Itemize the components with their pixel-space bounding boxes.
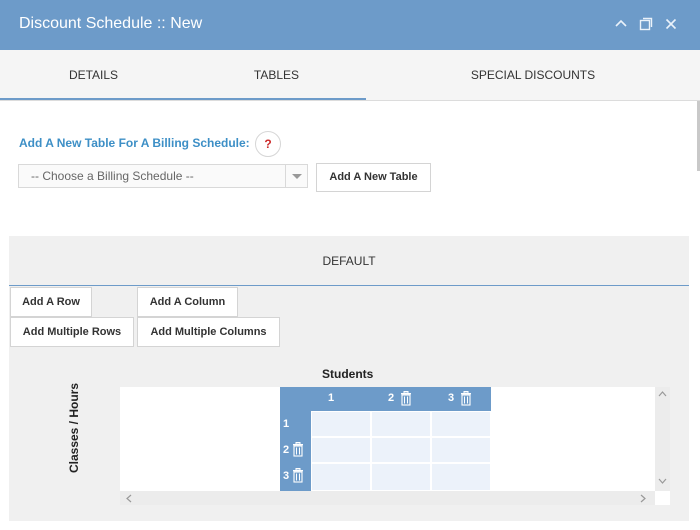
billing-schedule-select[interactable]: -- Choose a Billing Schedule -- bbox=[18, 164, 308, 188]
window-titlebar: Discount Schedule :: New bbox=[0, 0, 700, 50]
add-row-button[interactable]: Add A Row bbox=[10, 287, 92, 317]
grid-cell[interactable] bbox=[371, 463, 431, 491]
tab-tables[interactable]: TABLES bbox=[187, 50, 366, 101]
grid-vertical-scrollbar[interactable] bbox=[655, 387, 670, 491]
column-header: 2 bbox=[371, 387, 431, 411]
scroll-up-icon[interactable] bbox=[658, 389, 667, 399]
trash-icon[interactable] bbox=[400, 391, 412, 406]
add-multiple-rows-button[interactable]: Add Multiple Rows bbox=[10, 317, 134, 347]
grid-cell[interactable] bbox=[311, 463, 371, 491]
column-axis-title: Students bbox=[322, 367, 374, 381]
row-header-label: 3 bbox=[283, 470, 290, 482]
collapse-icon[interactable] bbox=[612, 15, 630, 35]
trash-icon[interactable] bbox=[292, 442, 304, 457]
close-icon[interactable] bbox=[662, 15, 680, 35]
grid-cell[interactable] bbox=[431, 437, 491, 463]
row-header: 1 bbox=[280, 411, 311, 437]
column-header-label: 2 bbox=[388, 392, 395, 404]
tab-default[interactable]: DEFAULT bbox=[9, 236, 689, 286]
chevron-down-icon[interactable] bbox=[285, 165, 307, 187]
window-title: Discount Schedule :: New bbox=[19, 15, 203, 32]
grid-cell[interactable] bbox=[431, 463, 491, 491]
active-tab-indicator bbox=[0, 98, 366, 100]
trash-icon[interactable] bbox=[460, 391, 472, 406]
grid-cell[interactable] bbox=[311, 437, 371, 463]
tab-details[interactable]: DETAILS bbox=[0, 50, 187, 101]
column-header: 1 bbox=[311, 387, 371, 411]
row-axis-title: Classes / Hours bbox=[67, 382, 81, 474]
billing-schedule-label: Add A New Table For A Billing Schedule: bbox=[19, 136, 250, 150]
tab-special-discounts[interactable]: SPECIAL DISCOUNTS bbox=[366, 50, 700, 101]
grid-horizontal-scrollbar[interactable] bbox=[120, 491, 655, 505]
scroll-left-icon[interactable] bbox=[125, 494, 132, 505]
column-header: 3 bbox=[431, 387, 491, 411]
scroll-down-icon[interactable] bbox=[658, 477, 667, 487]
billing-schedule-select-value: -- Choose a Billing Schedule -- bbox=[31, 169, 194, 183]
row-header: 2 bbox=[280, 437, 311, 463]
maximize-icon[interactable] bbox=[637, 15, 655, 35]
row-header-label: 1 bbox=[283, 418, 290, 430]
help-icon[interactable]: ? bbox=[255, 131, 281, 157]
row-header: 3 bbox=[280, 463, 311, 491]
grid-cell[interactable] bbox=[311, 411, 371, 437]
add-multiple-columns-button[interactable]: Add Multiple Columns bbox=[137, 317, 280, 347]
grid-corner bbox=[280, 387, 311, 411]
row-header-label: 2 bbox=[283, 444, 290, 456]
add-new-table-button[interactable]: Add A New Table bbox=[316, 163, 431, 192]
column-header-label: 3 bbox=[448, 392, 455, 404]
column-header-label: 1 bbox=[328, 392, 335, 404]
trash-icon[interactable] bbox=[292, 468, 304, 483]
scroll-right-icon[interactable] bbox=[640, 494, 647, 505]
grid-cell[interactable] bbox=[371, 437, 431, 463]
add-column-button[interactable]: Add A Column bbox=[137, 287, 238, 317]
grid-cell[interactable] bbox=[371, 411, 431, 437]
tab-bar: DETAILS TABLES SPECIAL DISCOUNTS bbox=[0, 50, 700, 101]
grid-cell[interactable] bbox=[431, 411, 491, 437]
